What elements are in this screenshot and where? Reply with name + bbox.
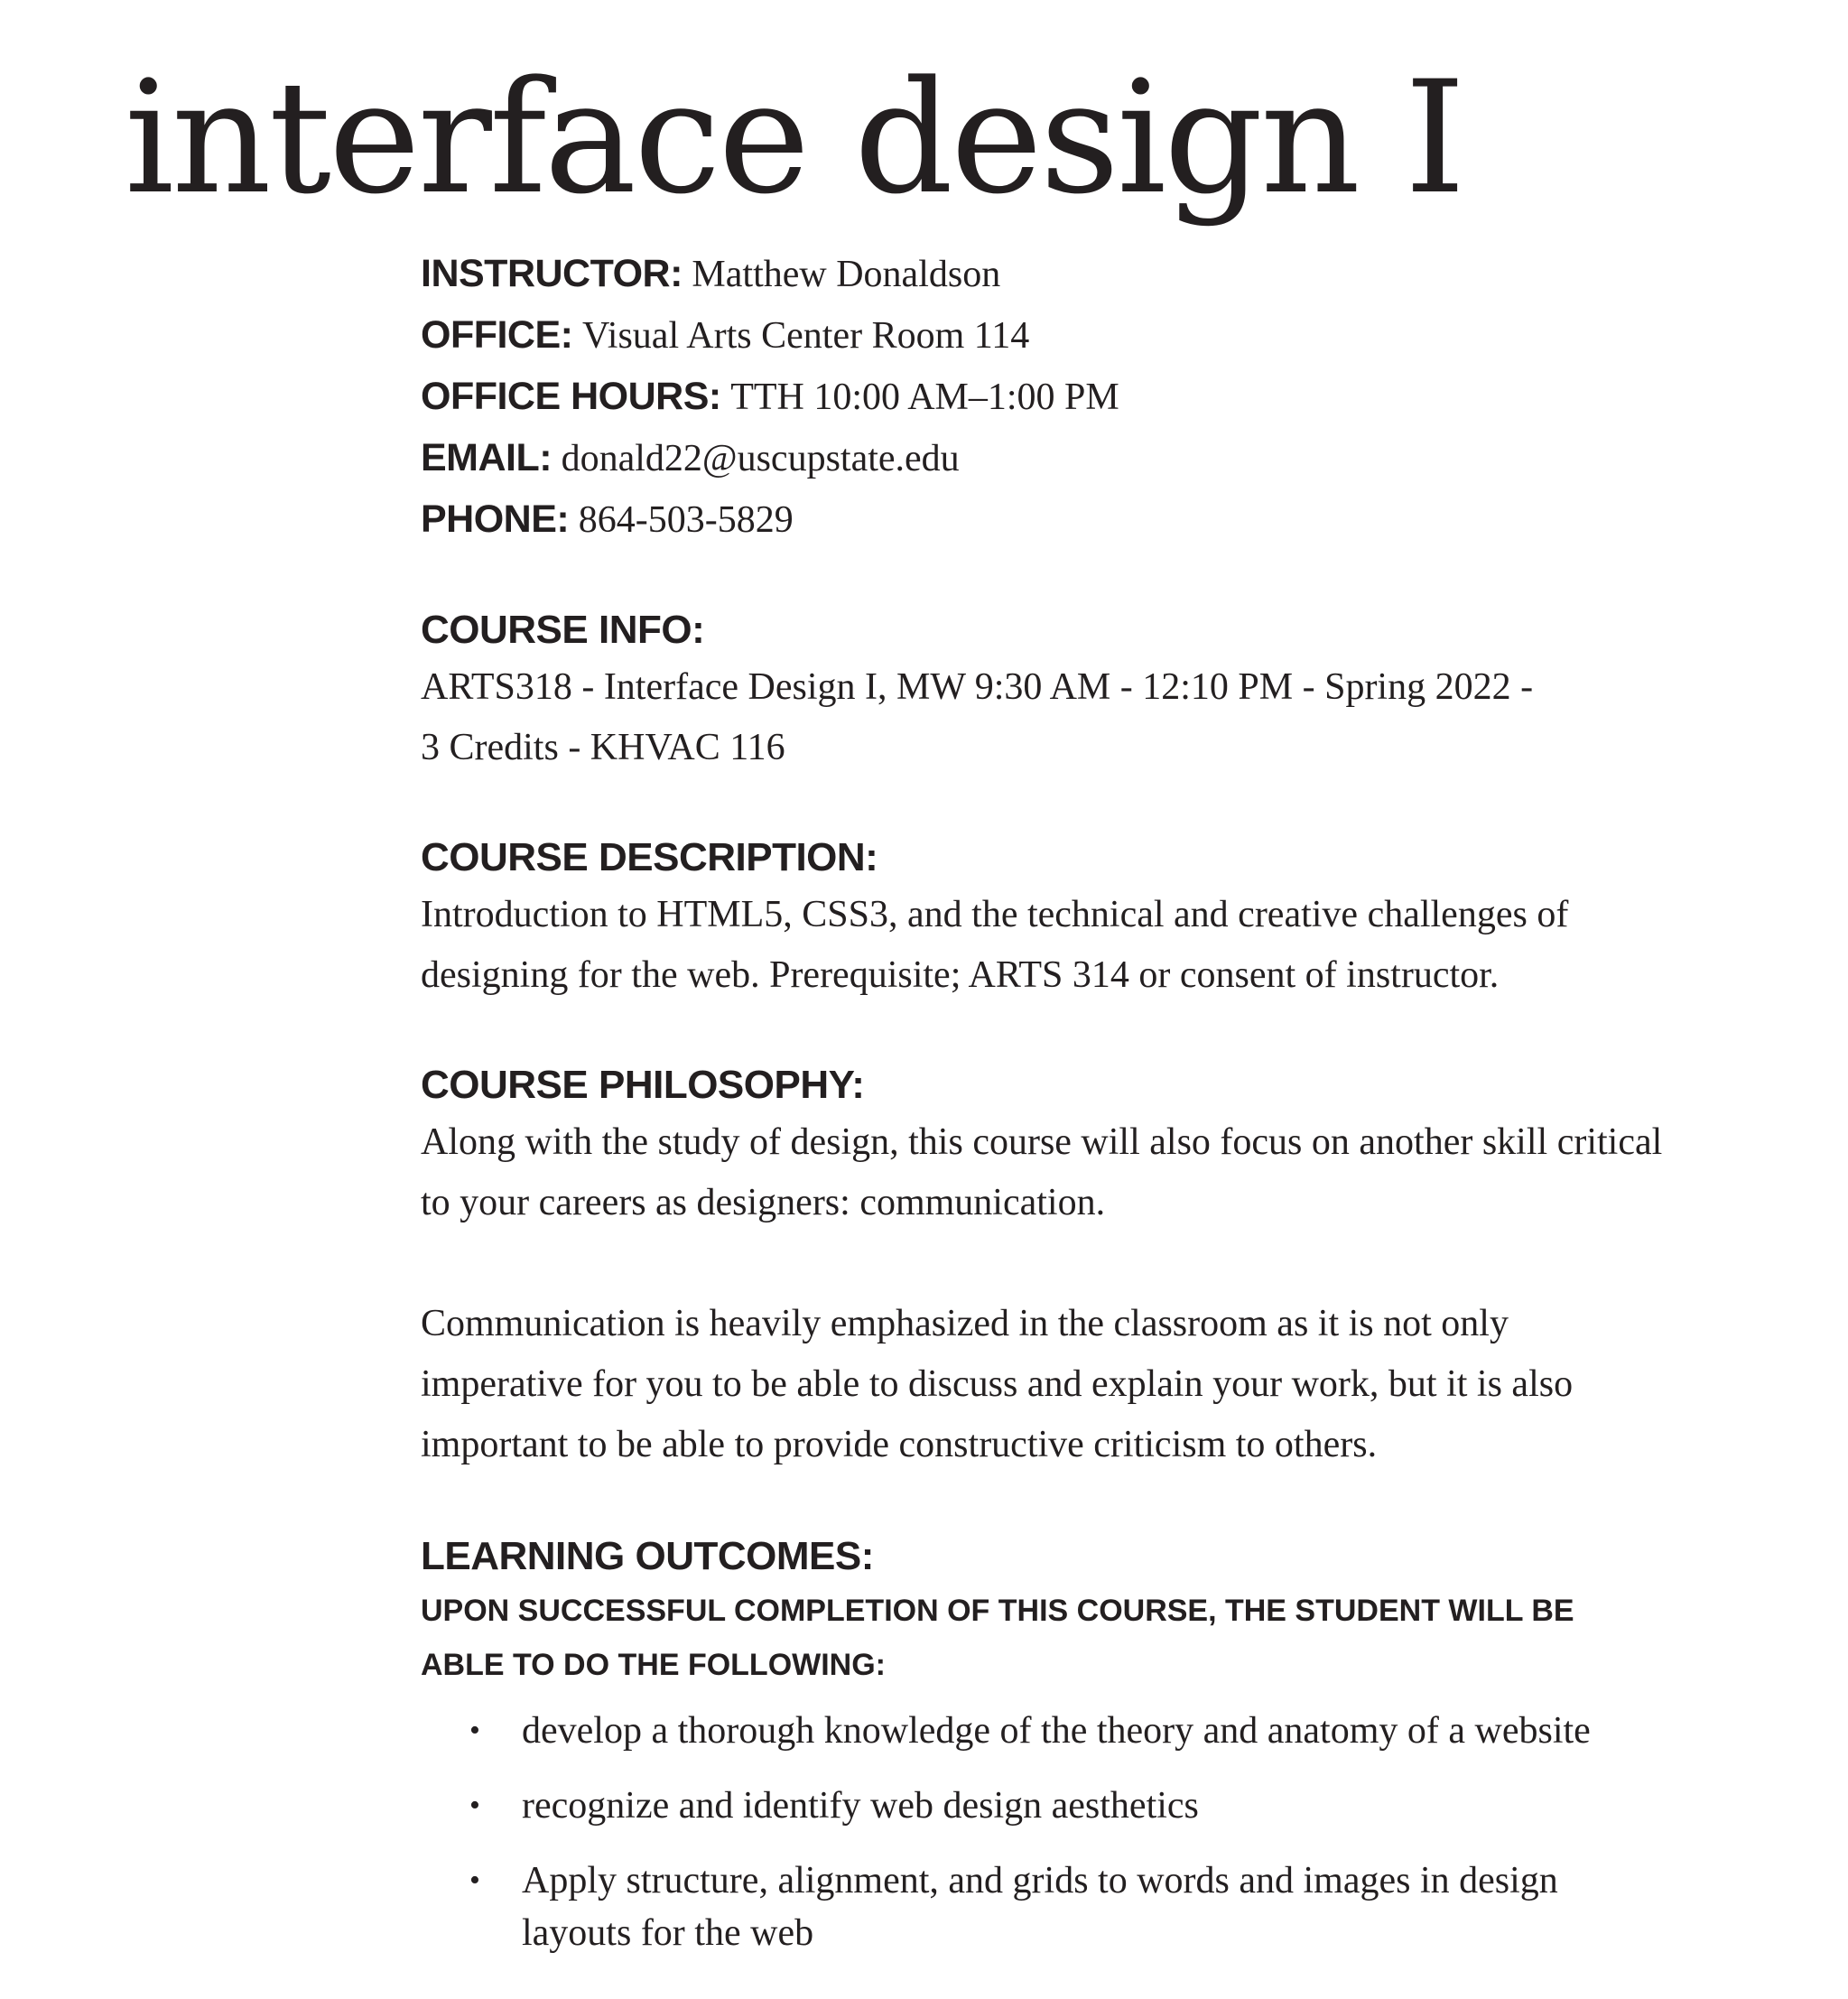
course-info-heading: COURSE INFO: [421, 608, 705, 652]
office-hours-label: OFFICE HOURS: [421, 375, 721, 418]
office-value: Visual Arts Center Room 114 [581, 315, 1030, 357]
learning-outcomes-section: LEARNING OUTCOMES: UPON SUCCESSFUL COMPL… [421, 1529, 1793, 1959]
philosophy-line: to your careers as designers: communicat… [421, 1182, 1106, 1223]
course-description-line: designing for the web. Prerequisite; ART… [421, 954, 1500, 996]
course-description-section: COURSE DESCRIPTION: Introduction to HTML… [421, 831, 1793, 1006]
contact-info: INSTRUCTOR: Matthew Donaldson OFFICE: Vi… [421, 244, 1793, 551]
bullet-icon: • [469, 1789, 480, 1822]
syllabus-content: INSTRUCTOR: Matthew Donaldson OFFICE: Vi… [421, 244, 1793, 1982]
course-philosophy-section: COURSE PHILOSOPHY: Along with the study … [421, 1058, 1793, 1475]
list-item: • recognize and identify web design aest… [421, 1780, 1793, 1832]
list-item: • develop a thorough knowledge of the th… [421, 1705, 1793, 1757]
learning-outcomes-subheading: UPON SUCCESSFUL COMPLETION OF THIS COURS… [421, 1584, 1793, 1692]
subheading-line: UPON SUCCESSFUL COMPLETION OF THIS COURS… [421, 1594, 1574, 1628]
office-hours-value: TTH 10:00 AM–1:00 PM [730, 377, 1119, 418]
bullet-icon: • [469, 1714, 480, 1747]
bullet-icon: • [469, 1864, 480, 1897]
email-value[interactable]: donald22@uscupstate.edu [562, 438, 960, 479]
office-hours-line: OFFICE HOURS: TTH 10:00 AM–1:00 PM [421, 367, 1793, 428]
philosophy-line: Along with the study of design, this cou… [421, 1121, 1663, 1163]
instructor-label: INSTRUCTOR: [421, 252, 683, 295]
list-item-text: layouts for the web [522, 1912, 814, 1954]
course-philosophy-paragraph-2: Communication is heavily emphasized in t… [421, 1294, 1793, 1475]
course-philosophy-heading: COURSE PHILOSOPHY: [421, 1063, 865, 1107]
email-line: EMAIL: donald22@uscupstate.edu [421, 428, 1793, 489]
office-line: OFFICE: Visual Arts Center Room 114 [421, 305, 1793, 367]
course-info-line: 3 Credits - KHVAC 116 [421, 727, 785, 768]
learning-outcomes-heading: LEARNING OUTCOMES: [421, 1534, 874, 1578]
subheading-line: ABLE TO DO THE FOLLOWING: [421, 1648, 886, 1682]
course-description-heading: COURSE DESCRIPTION: [421, 835, 878, 879]
philosophy-line: imperative for you to be able to discuss… [421, 1363, 1574, 1405]
philosophy-line: Communication is heavily emphasized in t… [421, 1303, 1509, 1344]
page-title: interface design I [125, 47, 1466, 228]
course-info-text: ARTS318 - Interface Design I, MW 9:30 AM… [421, 657, 1793, 778]
instructor-value: Matthew Donaldson [692, 254, 1001, 295]
instructor-line: INSTRUCTOR: Matthew Donaldson [421, 244, 1793, 305]
course-info-section: COURSE INFO: ARTS318 - Interface Design … [421, 603, 1793, 778]
list-item-text: recognize and identify web design aesthe… [522, 1785, 1199, 1827]
philosophy-line: important to be able to provide construc… [421, 1424, 1378, 1465]
list-item-text: develop a thorough knowledge of the theo… [522, 1710, 1591, 1752]
phone-value: 864-503-5829 [578, 499, 794, 541]
email-label: EMAIL: [421, 436, 553, 479]
course-description-line: Introduction to HTML5, CSS3, and the tec… [421, 894, 1569, 935]
course-info-line: ARTS318 - Interface Design I, MW 9:30 AM… [421, 666, 1534, 708]
course-philosophy-paragraph-1: Along with the study of design, this cou… [421, 1112, 1793, 1233]
phone-label: PHONE: [421, 497, 570, 541]
office-label: OFFICE: [421, 313, 573, 357]
list-item: • Apply structure, alignment, and grids … [421, 1855, 1793, 1959]
phone-line: PHONE: 864-503-5829 [421, 489, 1793, 551]
learning-outcomes-list: • develop a thorough knowledge of the th… [421, 1705, 1793, 1959]
course-description-text: Introduction to HTML5, CSS3, and the tec… [421, 885, 1793, 1006]
list-item-text: Apply structure, alignment, and grids to… [522, 1860, 1558, 1901]
